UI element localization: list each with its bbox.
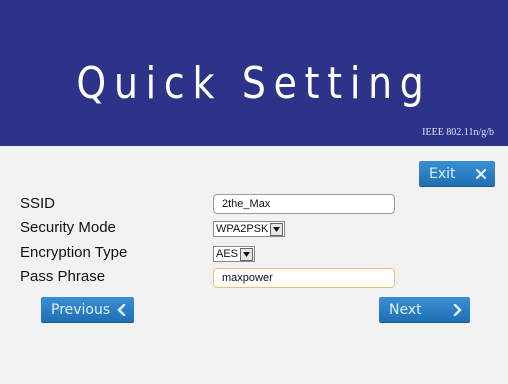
- previous-button-label: Previous: [51, 301, 111, 318]
- pass-phrase-label: Pass Phrase: [20, 268, 106, 285]
- chevron-left-icon: [117, 303, 126, 316]
- next-button[interactable]: Next: [379, 297, 470, 322]
- wireless-standard: IEEE 802.11n/g/b: [422, 127, 494, 138]
- dropdown-arrow-icon: [240, 247, 254, 261]
- security-mode-label: Security Mode: [20, 219, 116, 236]
- security-mode-select[interactable]: WPA2PSK: [213, 221, 286, 237]
- next-button-label: Next: [389, 301, 422, 318]
- pass-phrase-input[interactable]: [213, 268, 395, 288]
- close-icon: [475, 168, 487, 180]
- ssid-input[interactable]: [213, 194, 395, 214]
- page-title: Quick Setting: [76, 58, 432, 109]
- security-mode-value: WPA2PSK: [216, 223, 269, 235]
- header-banner: Quick Setting IEEE 802.11n/g/b: [0, 0, 508, 146]
- exit-button[interactable]: Exit: [419, 161, 495, 186]
- encryption-type-label: Encryption Type: [20, 244, 128, 261]
- chevron-right-icon: [453, 303, 462, 316]
- encryption-type-select[interactable]: AES: [213, 246, 256, 262]
- exit-button-label: Exit: [429, 165, 456, 182]
- dropdown-arrow-icon: [270, 222, 284, 236]
- previous-button[interactable]: Previous: [41, 297, 134, 322]
- encryption-type-value: AES: [216, 248, 239, 260]
- ssid-label: SSID: [20, 195, 56, 212]
